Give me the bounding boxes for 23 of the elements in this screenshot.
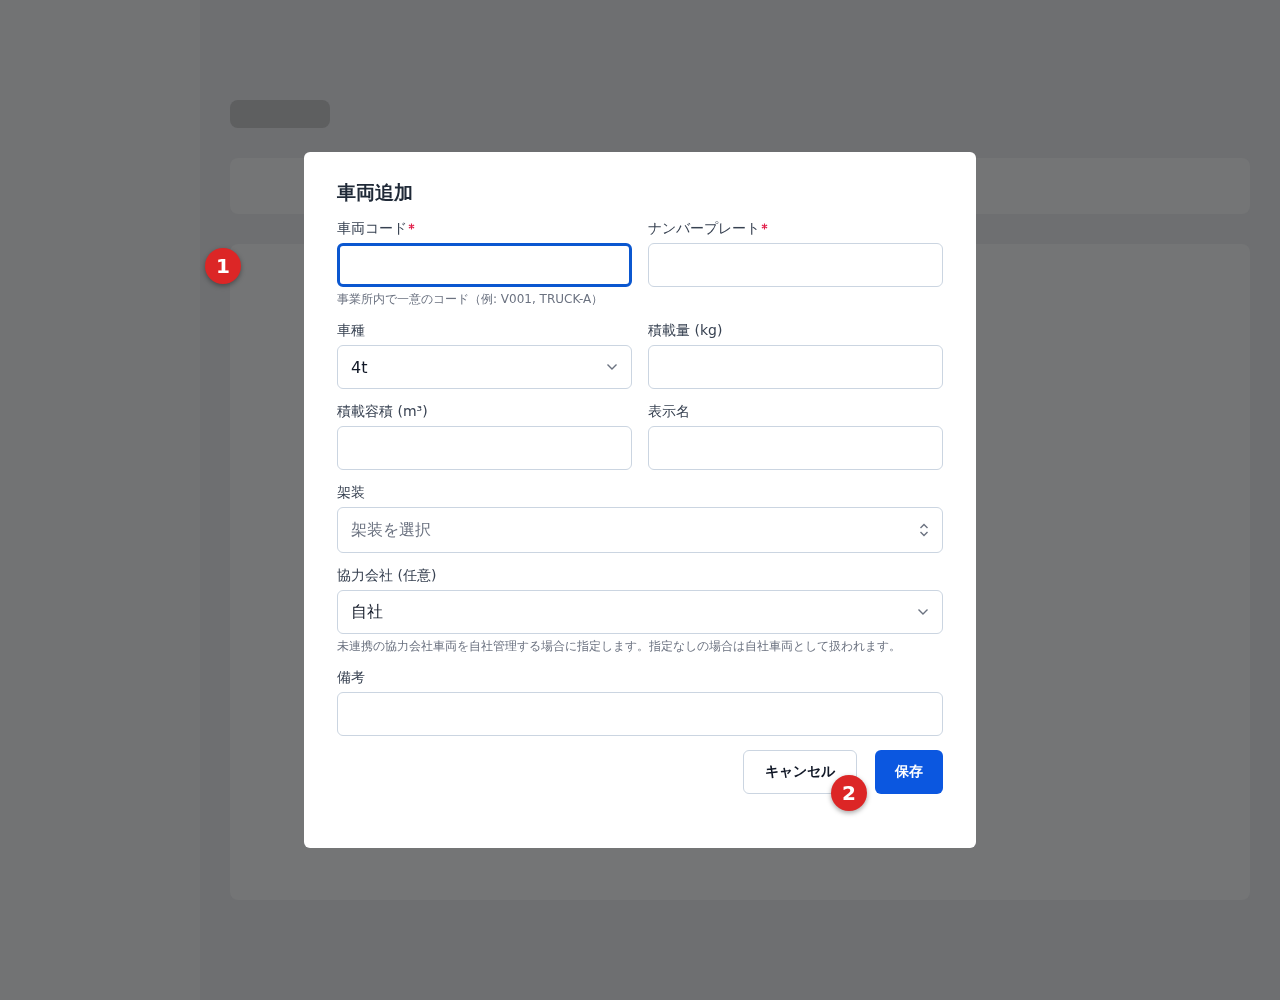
- dialog-title: 車両追加: [337, 180, 414, 205]
- field-label: 表示名: [648, 403, 690, 421]
- select-field[interactable]: 4t: [337, 345, 632, 389]
- select-value: 自社: [351, 601, 383, 623]
- field-label: 車種: [337, 322, 365, 340]
- save-button[interactable]: 保存: [875, 750, 943, 794]
- text-input-field[interactable]: [337, 243, 632, 287]
- field-label: 協力会社 (任意): [337, 567, 437, 585]
- field-label: 車両コード: [337, 220, 407, 238]
- field-label: 積載量 (kg): [648, 322, 723, 340]
- chevron-down-icon: [917, 608, 929, 616]
- field-hint: 未連携の協力会社車両を自社管理する場合に指定します。指定なしの場合は自社車両として扱われます。: [337, 638, 902, 655]
- chevron-up-down-icon: [919, 523, 929, 537]
- field-label: ナンバープレート: [648, 220, 760, 238]
- select-field[interactable]: 自社: [337, 590, 943, 634]
- field-label: 積載容積 (m³): [337, 403, 428, 421]
- combobox-field[interactable]: 架装を選択: [337, 507, 943, 553]
- field-hint: 事業所内で一意のコード（例: V001, TRUCK-A）: [337, 291, 605, 308]
- field-label: 備考: [337, 669, 365, 687]
- combobox-placeholder: 架装を選択: [351, 519, 431, 541]
- field-label: 架装: [337, 484, 365, 502]
- select-value: 4t: [351, 357, 368, 377]
- chevron-down-icon: [606, 363, 618, 371]
